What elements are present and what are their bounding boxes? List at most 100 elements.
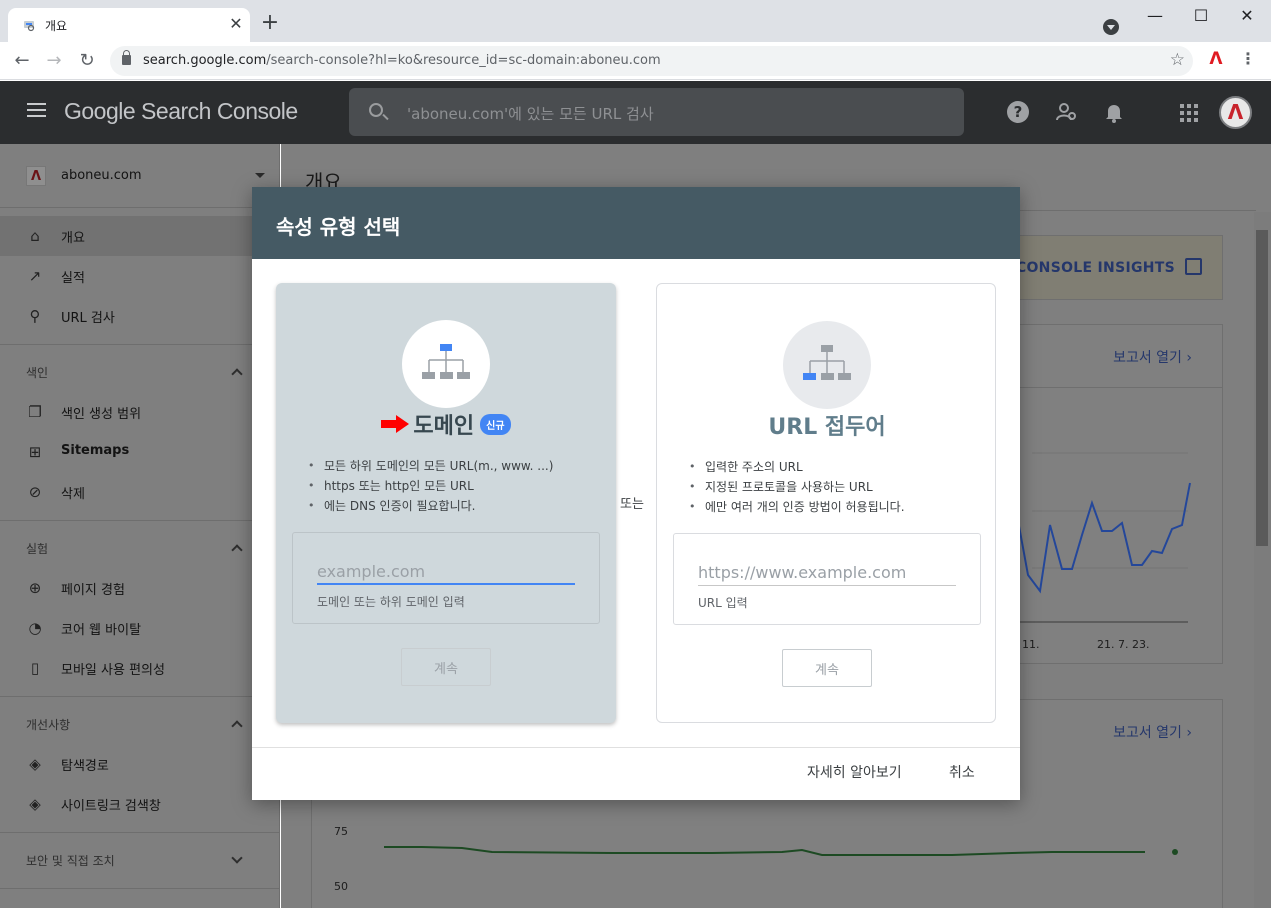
- url-prefix-continue-button[interactable]: 계속: [782, 649, 872, 687]
- x-tick-label: 21. 7. 23.: [1097, 638, 1150, 651]
- domain-input[interactable]: [317, 559, 575, 585]
- new-badge: 신규: [480, 413, 511, 435]
- new-tab-button[interactable]: +: [258, 12, 282, 34]
- section-heading-enhancements[interactable]: 개선사항: [26, 716, 70, 733]
- tab-title: 개요: [45, 19, 68, 33]
- apps-grid-icon[interactable]: [1177, 101, 1199, 123]
- sidebar-item-core-web-vitals[interactable]: ◔ 코어 웹 바이탈: [0, 608, 280, 648]
- section-heading-security[interactable]: 보안 및 직접 조치: [26, 852, 115, 869]
- list-item: 모든 하위 도메인의 모든 URL(m., www. ...): [306, 456, 553, 476]
- url-prefix-input-box: URL 입력: [673, 533, 981, 625]
- tab-search-icon[interactable]: [1103, 19, 1119, 35]
- phone-icon: ▯: [30, 659, 40, 677]
- sidebar-item-removals[interactable]: ⊘ 삭제: [0, 472, 280, 512]
- reload-icon[interactable]: ↻: [76, 50, 98, 72]
- url-prefix-option-card[interactable]: URL 접두어 입력한 주소의 URL 지정된 프로토콜을 사용하는 URL 에…: [656, 283, 996, 723]
- browser-tab[interactable]: 개요 ✕: [8, 8, 250, 42]
- close-window-button[interactable]: ✕: [1235, 6, 1259, 25]
- eye-off-icon: ⊘: [28, 483, 42, 501]
- app-header: Google Search Console 'aboneu.com'에 있는 모…: [0, 81, 1271, 144]
- sidebar-item-label: 모바일 사용 편의성: [61, 663, 165, 678]
- sidebar: Λ aboneu.com ⌂ 개요 ↗ 실적 ⚲ URL 검사 색인 ❐ 색인 …: [0, 144, 280, 908]
- section-heading-index[interactable]: 색인: [26, 364, 48, 381]
- search-icon: [369, 103, 383, 117]
- browser-tabbar: 개요 ✕ + — ☐ ✕: [0, 0, 1271, 42]
- user-settings-icon[interactable]: [1055, 101, 1077, 123]
- sidebar-item-sitemaps[interactable]: ⊞ Sitemaps: [0, 432, 280, 472]
- maximize-button[interactable]: ☐: [1189, 6, 1213, 25]
- sidebar-item-mobile-usability[interactable]: ▯ 모바일 사용 편의성: [0, 648, 280, 688]
- y-tick-label: 75: [334, 825, 348, 838]
- property-favicon-icon: Λ: [26, 166, 46, 186]
- browser-toolbar: ← → ↻ search.google.com/search-console?h…: [0, 42, 1271, 80]
- sidebar-item-label: 삭제: [61, 487, 85, 502]
- home-icon: ⌂: [30, 227, 40, 245]
- sidebar-item-label: 사이트링크 검색창: [61, 799, 161, 814]
- list-item: 지정된 프로토콜을 사용하는 URL: [687, 477, 905, 497]
- dropdown-caret-icon: [255, 173, 265, 178]
- collapse-caret-icon[interactable]: [231, 544, 243, 556]
- search-placeholder: 'aboneu.com'에 있는 모든 URL 검사: [407, 105, 654, 123]
- back-arrow-icon[interactable]: ←: [11, 50, 33, 72]
- sidebar-item-label: 페이지 경험: [61, 583, 125, 598]
- tab-close-icon[interactable]: ✕: [226, 14, 246, 33]
- property-type-dialog: 속성 유형 선택 도메인신규 모든 하위 도메인의 모든 URL(: [252, 187, 1020, 800]
- scrollbar-thumb[interactable]: [1256, 230, 1268, 546]
- url-inspect-search[interactable]: 'aboneu.com'에 있는 모든 URL 검사: [349, 88, 964, 136]
- collapse-caret-icon[interactable]: [231, 368, 243, 380]
- property-selector[interactable]: Λ aboneu.com: [0, 144, 280, 208]
- sidebar-item-label: 색인 생성 범위: [61, 407, 142, 422]
- search-console-favicon-icon: [24, 21, 35, 32]
- bookmark-star-icon[interactable]: ☆: [1170, 50, 1185, 70]
- trending-icon: ↗: [28, 267, 42, 285]
- list-item: 에만 여러 개의 인증 방법이 허용됩니다.: [687, 497, 905, 517]
- address-bar[interactable]: search.google.com/search-console?hl=ko&r…: [110, 46, 1193, 76]
- sidebar-item-performance[interactable]: ↗ 실적: [0, 256, 280, 296]
- cancel-button[interactable]: 취소: [949, 762, 975, 782]
- layers-icon: ◈: [29, 755, 41, 773]
- domain-illustration: [402, 320, 490, 408]
- sidebar-item-label: Sitemaps: [61, 443, 130, 458]
- domain-continue-button[interactable]: 계속: [401, 648, 491, 686]
- sidebar-item-sitelinks-searchbox[interactable]: ◈ 사이트링크 검색창: [0, 784, 280, 824]
- sidebar-item-overview[interactable]: ⌂ 개요: [0, 216, 280, 256]
- help-icon[interactable]: ?: [1007, 101, 1029, 123]
- url-prefix-input[interactable]: [698, 560, 956, 586]
- insights-link[interactable]: CONSOLE INSIGHTS: [1016, 260, 1175, 276]
- sidebar-item-breadcrumbs[interactable]: ◈ 탐색경로: [0, 744, 280, 784]
- url-prefix-illustration: [783, 321, 871, 409]
- divider: [252, 747, 1020, 748]
- dialog-header: 속성 유형 선택: [252, 187, 1020, 259]
- menu-icon[interactable]: [27, 103, 46, 121]
- url-prefix-input-helper: URL 입력: [698, 596, 748, 610]
- divider: [0, 520, 280, 521]
- app-logo[interactable]: Google Search Console: [64, 98, 298, 125]
- avatar[interactable]: Λ: [1219, 96, 1252, 129]
- x-tick-label: 11.: [1022, 638, 1040, 651]
- browser-menu-icon[interactable]: ⋮: [1240, 49, 1256, 71]
- plus-circle-icon: ⊕: [28, 579, 42, 597]
- learn-more-button[interactable]: 자세히 알아보기: [807, 762, 902, 782]
- copy-icon: ❐: [28, 403, 42, 421]
- list-item: https 또는 http인 모든 URL: [306, 476, 553, 496]
- sidebar-item-label: 실적: [61, 271, 85, 286]
- minimize-button[interactable]: —: [1143, 6, 1167, 25]
- external-link-icon: [1185, 258, 1202, 275]
- domain-option-card[interactable]: 도메인신규 모든 하위 도메인의 모든 URL(m., www. ...) ht…: [276, 283, 616, 723]
- extension-icon[interactable]: Λ: [1206, 49, 1226, 69]
- sidebar-item-label: URL 검사: [61, 311, 115, 326]
- list-item: 입력한 주소의 URL: [687, 457, 905, 477]
- expand-caret-icon[interactable]: [231, 852, 243, 864]
- notifications-bell-icon[interactable]: [1103, 101, 1125, 123]
- layers-icon: ◈: [29, 795, 41, 813]
- section-heading-experience[interactable]: 실험: [26, 540, 48, 557]
- forward-arrow-icon[interactable]: →: [43, 50, 65, 72]
- gauge-icon: ◔: [28, 619, 42, 637]
- sidebar-item-page-experience[interactable]: ⊕ 페이지 경험: [0, 568, 280, 608]
- sidebar-item-url-inspection[interactable]: ⚲ URL 검사: [0, 296, 280, 336]
- sitemap-icon: [422, 344, 470, 379]
- domain-input-helper: 도메인 또는 하위 도메인 입력: [317, 595, 465, 609]
- sitemap-icon: [803, 345, 851, 380]
- collapse-caret-icon[interactable]: [231, 720, 243, 732]
- sidebar-item-coverage[interactable]: ❐ 색인 생성 범위: [0, 392, 280, 432]
